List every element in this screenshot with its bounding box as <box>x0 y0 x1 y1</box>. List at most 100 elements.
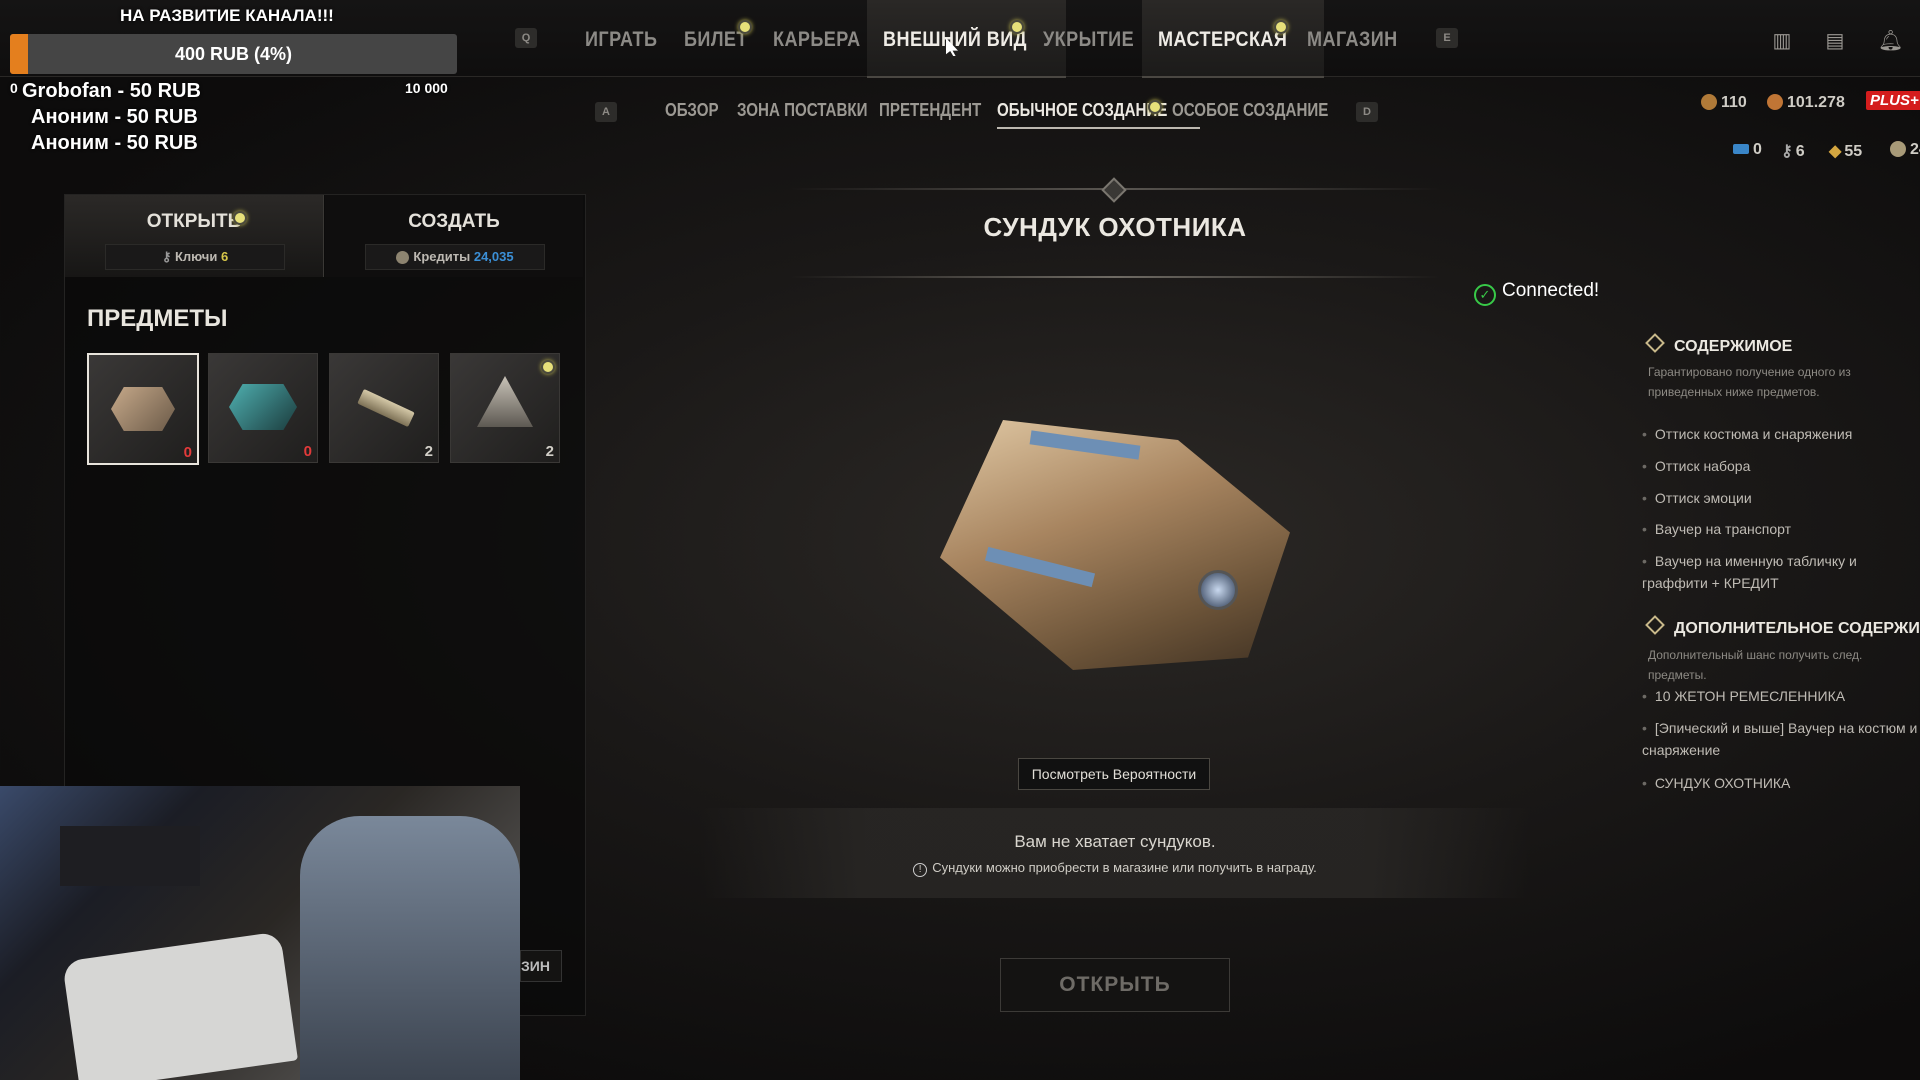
donation-start-amount: 0 <box>10 80 18 96</box>
subtab-special-craft[interactable]: ОСОБОЕ СОЗДАНИЕ <box>1172 100 1358 121</box>
ticket-balance: 0 <box>1733 141 1762 159</box>
item-count: 0 <box>303 443 312 460</box>
donor-entry: Аноним - 50 RUB <box>31 132 198 154</box>
item-hunter-chest[interactable]: 0 <box>87 353 199 465</box>
open-chest-button[interactable]: ОТКРЫТЬ <box>1000 958 1230 1012</box>
ticket-icon <box>1733 144 1749 154</box>
contents-item: Ваучер на транспорт <box>1642 518 1920 540</box>
tab-workshop[interactable]: МАСТЕРСКАЯ <box>1142 0 1325 78</box>
tab-open[interactable]: ОТКРЫТЬ ⚷ Ключи 6 <box>65 195 324 277</box>
tab-create[interactable]: СОЗДАТЬ Кредиты 24,035 <box>325 195 583 277</box>
key-icon: ⚷ <box>161 249 175 264</box>
contents-description: Гарантировано получение одного из привед… <box>1648 365 1851 399</box>
bell-icon[interactable]: 🔔︎ <box>1878 30 1903 52</box>
subnav-key-left: A <box>595 102 617 122</box>
item-artisan-token[interactable]: 2 <box>450 353 560 463</box>
chest-lock-icon <box>1198 570 1238 610</box>
check-circle-icon: ✓ <box>1474 284 1496 306</box>
item-key[interactable]: 2 <box>329 353 439 463</box>
items-heading: ПРЕДМЕТЫ <box>87 305 228 332</box>
item-teal-chest[interactable]: 0 <box>208 353 318 463</box>
contents-item: Ваучер на именную табличку и граффити + … <box>1642 550 1920 594</box>
contents-item: Оттиск костюма и снаряжения <box>1642 423 1920 445</box>
extra-contents-heading: ДОПОЛНИТЕЛЬНОЕ СОДЕРЖИМОЕ <box>1645 615 1920 638</box>
tab-shelter[interactable]: УКРЫТИЕ <box>1043 0 1149 76</box>
plus-badge[interactable]: PLUS+ <box>1866 91 1920 110</box>
keyboard <box>60 826 200 886</box>
subtab-normal-craft[interactable]: ОБЫЧНОЕ СОЗДАНИЕ <box>997 100 1200 129</box>
news-icon[interactable]: ▤ <box>1824 30 1846 52</box>
item-notification-dot <box>541 360 555 374</box>
workshop-notification-dot <box>1274 20 1288 34</box>
no-chests-notice: Вам не хватает сундуков. ! Сундуки можно … <box>700 808 1530 898</box>
chest-title: СУНДУК ОХОТНИКА <box>983 212 1247 242</box>
contents-item: Оттиск набора <box>1642 455 1920 477</box>
key-balance: ⚷ 6 <box>1781 143 1805 160</box>
nav-key-right: E <box>1436 28 1458 48</box>
token-icon: ◆ <box>1829 143 1842 160</box>
subtab-contender[interactable]: ПРЕТЕНДЕНТ <box>879 100 1001 121</box>
appearance-notification-dot <box>1010 20 1024 34</box>
item-count: 2 <box>424 443 433 460</box>
tab-career[interactable]: КАРЬЕРА <box>773 0 875 76</box>
notice-main-text: Вам не хватает сундуков. <box>1014 832 1216 851</box>
diamond-bullet-icon <box>1645 615 1665 635</box>
contents-item: Оттиск эмоции <box>1642 487 1920 509</box>
subnav-key-right: D <box>1356 102 1378 122</box>
open-notification-dot <box>233 211 247 225</box>
tab-play[interactable]: ИГРАТЬ <box>585 0 669 76</box>
normal-craft-notification-dot <box>1148 100 1162 114</box>
webcam-overlay <box>0 786 520 1080</box>
inventory-icon[interactable]: ▥ <box>1771 30 1793 52</box>
artisan-token-icon <box>477 376 533 427</box>
donation-goal-title: НА РАЗВИТИЕ КАНАЛА!!! <box>120 6 334 25</box>
credits-count: Кредиты 24,035 <box>365 244 545 270</box>
food-container <box>62 931 298 1080</box>
donation-progress-bar: 400 RUB (4%) <box>10 34 457 74</box>
donation-goal-amount: 10 000 <box>405 80 448 96</box>
credit-icon <box>1890 141 1906 157</box>
chest-body <box>940 420 1290 670</box>
diamond-ornament-icon <box>1101 177 1127 203</box>
g-coin-icon <box>1701 94 1717 110</box>
teal-chest-icon <box>229 384 297 430</box>
extra-contents-item: [Эпический и выше] Ваучер на костюм и сн… <box>1642 717 1920 761</box>
title-bottom-divider <box>790 276 1440 278</box>
extra-contents-description: Дополнительный шанс получить след. предм… <box>1648 648 1863 682</box>
tab-open-title: ОТКРЫТЬ <box>146 211 242 232</box>
donation-progress-text: 400 RUB (4%) <box>174 44 293 64</box>
bp-balance: 101.278 <box>1767 94 1845 112</box>
shop-edge-button[interactable]: ЗИН <box>520 950 562 982</box>
info-icon: ! <box>913 863 928 877</box>
donor-entry: Аноним - 50 RUB <box>31 106 198 128</box>
token-balance: ◆ 55 <box>1829 143 1863 160</box>
keys-count: ⚷ Ключи 6 <box>105 244 285 270</box>
item-count: 2 <box>545 443 554 460</box>
ticket-notification-dot <box>738 20 752 34</box>
tab-appearance[interactable]: ВНЕШНИЙ ВИД <box>867 0 1067 78</box>
connection-status: ✓ Connected! <box>1474 280 1599 306</box>
tab-create-title: СОЗДАТЬ <box>408 211 500 232</box>
key-icon <box>357 388 415 428</box>
tab-ticket[interactable]: БИЛЕТ <box>684 0 758 76</box>
subtab-supply-zone[interactable]: ЗОНА ПОСТАВКИ <box>737 100 892 121</box>
extra-contents-item: 10 ЖЕТОН РЕМЕСЛЕННИКА <box>1642 685 1920 707</box>
key-icon: ⚷ <box>1781 143 1793 160</box>
donor-entry: Grobofan - 50 RUB <box>22 80 201 102</box>
diamond-bullet-icon <box>1645 333 1665 353</box>
item-count: 0 <box>183 444 192 461</box>
streamer-figure <box>300 816 520 1080</box>
g-coin-balance: 110 <box>1701 94 1747 112</box>
extra-contents-item: СУНДУК ОХОТНИКА <box>1642 772 1920 794</box>
notice-sub-text: ! Сундуки можно приобрести в магазине или… <box>700 860 1530 877</box>
bp-icon <box>1767 94 1783 110</box>
subtab-overview[interactable]: ОБЗОР <box>665 100 729 121</box>
view-odds-button[interactable]: Посмотреть Вероятности <box>1018 758 1210 790</box>
credit-balance: 24 <box>1890 141 1920 159</box>
credit-icon <box>396 251 410 264</box>
hunter-chest-icon <box>111 387 175 431</box>
tab-shop[interactable]: МАГАЗИН <box>1307 0 1412 76</box>
nav-key-left: Q <box>515 28 537 48</box>
contents-heading: СОДЕРЖИМОЕ <box>1645 333 1792 356</box>
chest-preview-image <box>930 400 1300 700</box>
